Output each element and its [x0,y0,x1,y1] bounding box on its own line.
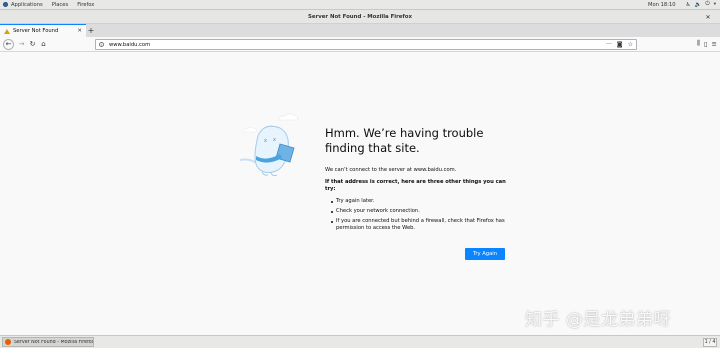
firefox-label: Firefox [77,1,95,8]
taskbar-window-item[interactable]: Server Not Found - Mozilla Firefox [2,337,94,347]
tab-strip: Server Not Found ✕ + [0,24,720,37]
navigation-toolbar: ← → ↻ ⌂ i www.baidu.com ··· ◙ ☆ ⫼ ▯ ≡ [0,37,720,52]
system-tray[interactable]: Mon 18:10 ♿ 🔈 ⏻ ▾ [648,1,716,8]
home-button[interactable]: ⌂ [38,39,49,50]
hamburger-menu-icon[interactable]: ≡ [712,40,717,48]
url-text[interactable]: www.baidu.com [109,42,150,48]
site-info-icon[interactable]: i [99,42,104,47]
workspace-pager[interactable]: 1 / 4 [703,337,717,347]
toolbar-right: ⫼ ▯ ≡ [697,39,717,48]
back-button[interactable]: ← [3,38,14,50]
top-menu: Applications Places Firefox [0,2,103,8]
window-title: Server Not Found - Mozilla Firefox [308,13,412,20]
reload-button[interactable]: ↻ [27,39,38,50]
chevron-down-icon[interactable]: ▾ [714,2,716,7]
svg-text:x: x [273,137,276,143]
page-actions-icon[interactable]: ··· [606,41,612,48]
volume-icon[interactable]: 🔈 [695,2,702,8]
bottom-taskbar: Server Not Found - Mozilla Firefox 1 / 4 [0,335,720,348]
url-bar-actions: ··· ◙ ☆ [606,41,633,48]
gnome-top-bar: Applications Places Firefox Mon 18:10 ♿ … [0,0,720,10]
error-body: We can’t connect to the server at www.ba… [325,167,510,235]
suggestion-heading: If that address is correct, here are thr… [325,179,506,192]
url-bar[interactable]: i www.baidu.com ··· ◙ ☆ [95,39,637,50]
tab-server-not-found[interactable]: Server Not Found ✕ [0,24,86,37]
applications-icon [3,2,8,7]
error-message: We can’t connect to the server at www.ba… [325,167,457,173]
library-icon[interactable]: ⫼ [697,39,700,48]
suggestion-list: Try again later. Check your network conn… [325,198,510,232]
error-title: Hmm. We’re having trouble finding that s… [325,126,484,155]
taskbar-item-label: Server Not Found - Mozilla Firefox [13,339,93,345]
close-window-button[interactable]: ✕ [704,13,712,21]
power-icon[interactable]: ⏻ [705,1,709,8]
accessibility-icon[interactable]: ♿ [686,2,691,8]
sidebar-icon[interactable]: ▯ [704,40,708,48]
list-item: Try again later. [325,198,510,205]
watermark: 知乎 @是龙弟弟呀 [525,310,671,330]
try-again-button[interactable]: Try Again [465,248,505,260]
window-title-bar[interactable]: Server Not Found - Mozilla Firefox ✕ [0,10,720,24]
error-illustration: x x [240,113,299,177]
applications-menu[interactable]: Applications [3,2,43,8]
places-label: Places [51,1,69,8]
applications-label: Applications [11,1,43,8]
bookmark-star-icon[interactable]: ☆ [628,41,633,48]
svg-text:x: x [264,138,267,144]
clock[interactable]: Mon 18:10 [648,2,676,8]
warning-icon [4,28,10,34]
list-item: If you are connected but behind a firewa… [325,218,510,232]
firefox-menu[interactable]: Firefox [77,2,94,8]
places-menu[interactable]: Places [52,2,69,8]
close-tab-icon[interactable]: ✕ [77,28,82,34]
forward-button[interactable]: → [16,39,27,50]
new-tab-button[interactable]: + [86,24,96,37]
tab-label: Server Not Found [13,28,59,34]
list-item: Check your network connection. [325,208,510,215]
firefox-icon [5,339,11,345]
pocket-icon[interactable]: ◙ [617,41,623,48]
